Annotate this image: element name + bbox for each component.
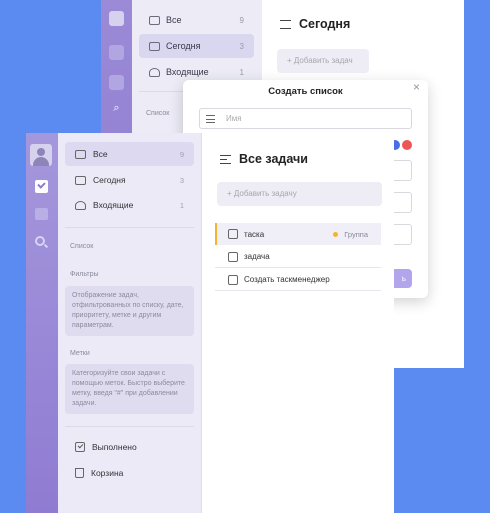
add-task-input[interactable]: + Добавить задач — [277, 49, 369, 73]
section-label-tags[interactable]: Метки — [70, 350, 90, 357]
inbox-icon — [149, 67, 160, 77]
calendar-icon — [149, 41, 160, 51]
sidebar-item-label: Все — [93, 149, 108, 159]
sidebar: Все 9 Сегодня 3 Входящие 1 Список Фильтр… — [58, 133, 202, 513]
inbox-all-icon — [149, 15, 160, 25]
list-name-input[interactable]: Имя — [199, 108, 412, 129]
color-swatch-red[interactable] — [402, 140, 412, 150]
task-row[interactable]: задача — [215, 246, 381, 268]
sidebar-item-label: Входящие — [93, 200, 134, 210]
avatar[interactable] — [30, 144, 52, 166]
list-lines-icon — [280, 19, 291, 29]
task-tag-label: Группа — [344, 229, 368, 239]
sidebar-item-label: Сегодня — [93, 175, 126, 185]
list-name-placeholder: Имя — [226, 114, 242, 123]
sidebar-item-today[interactable]: Сегодня 3 — [65, 168, 194, 192]
sidebar-item-done[interactable]: Выполнено — [65, 435, 194, 459]
sidebar-item-inbox[interactable]: Входящие 1 — [65, 193, 194, 217]
avatar[interactable] — [109, 11, 124, 26]
calendar-icon[interactable] — [35, 208, 48, 220]
checkbox-icon — [75, 442, 85, 452]
inbox-all-icon — [75, 149, 86, 159]
inbox-icon — [75, 200, 86, 210]
page-title: Все задачи — [239, 152, 308, 166]
divider — [65, 426, 194, 427]
close-icon[interactable]: × — [413, 80, 420, 94]
list-lines-icon[interactable] — [220, 154, 231, 164]
task-row[interactable]: Создать таскменеджер — [215, 269, 381, 291]
task-title: задача — [244, 252, 270, 261]
task-checkbox[interactable] — [228, 274, 238, 285]
sidebar-item-label: Все — [166, 15, 182, 25]
page-title-row: Сегодня — [280, 17, 350, 31]
sidebar-item-label: Сегодня — [166, 41, 201, 51]
task-title: Создать таскменеджер — [244, 275, 330, 284]
sidebar-item-label: Корзина — [91, 468, 124, 478]
tasks-icon[interactable] — [109, 45, 124, 60]
avatar-head — [37, 148, 45, 156]
sidebar-item-count: 1 — [239, 67, 244, 77]
sidebar-item-trash[interactable]: Корзина — [65, 461, 194, 485]
sidebar-item-label: Входящие — [166, 67, 209, 77]
task-row[interactable]: таска Группа — [215, 223, 381, 245]
tags-hint: Категоризуйте свои задачи с помощью мето… — [65, 364, 194, 414]
trash-icon — [75, 468, 84, 478]
section-label-list: Список — [146, 110, 170, 117]
task-checkbox[interactable] — [228, 251, 238, 262]
section-label-filters[interactable]: Фильтры — [70, 271, 99, 278]
menu-icon — [206, 115, 215, 123]
nav-rail — [26, 133, 58, 513]
task-tag: Группа — [333, 230, 368, 239]
avatar-body — [33, 157, 49, 166]
sidebar-item-count: 9 — [239, 15, 244, 25]
sidebar-item-today[interactable]: Сегодня 3 — [139, 34, 254, 58]
sidebar-item-label: Выполнено — [92, 442, 137, 452]
sidebar-item-all[interactable]: Все 9 — [139, 8, 254, 32]
sidebar-item-all[interactable]: Все 9 — [65, 142, 194, 166]
calendar-icon — [75, 175, 86, 185]
task-title: таска — [244, 229, 265, 239]
sidebar-item-count: 3 — [239, 41, 244, 51]
search-icon[interactable] — [35, 236, 45, 246]
page-title-row: Все задачи — [220, 151, 308, 167]
divider — [65, 227, 194, 228]
filters-hint: Отображение задач, отфильтрованных по сп… — [65, 286, 194, 336]
sidebar-item-count: 3 — [179, 175, 184, 185]
app-window: Все 9 Сегодня 3 Входящие 1 Список Фильтр… — [26, 133, 394, 513]
search-icon[interactable]: ⌕ — [109, 101, 124, 116]
sidebar-item-count: 9 — [179, 149, 184, 159]
main-panel: Все задачи + Добавить задачу таска Групп… — [202, 133, 394, 513]
sidebar-item-count: 1 — [179, 200, 184, 210]
page-title: Сегодня — [299, 17, 351, 31]
section-label-list[interactable]: Список — [70, 243, 93, 250]
calendar-icon[interactable] — [109, 75, 124, 90]
task-checkbox[interactable] — [228, 229, 238, 239]
tasks-icon[interactable] — [35, 180, 48, 193]
dialog-title: Создать список — [268, 86, 343, 97]
tag-dot-icon — [333, 231, 339, 237]
add-task-input[interactable]: + Добавить задачу — [217, 182, 382, 206]
